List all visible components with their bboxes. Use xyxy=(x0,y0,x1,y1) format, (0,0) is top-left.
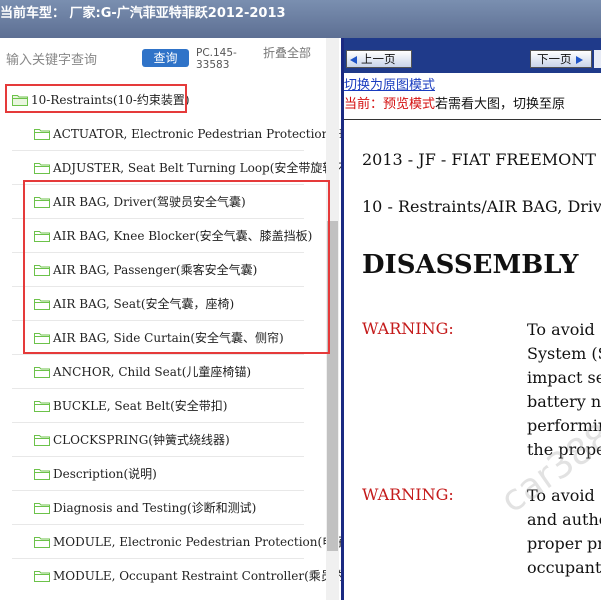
prev-page-button[interactable]: 上一页 xyxy=(346,50,412,68)
folder-icon xyxy=(34,163,50,174)
highlight-box-airbags xyxy=(23,180,330,354)
tree-item[interactable]: CLOCKSPRING(钟簧式绕线器) xyxy=(0,424,324,457)
row-divider xyxy=(12,558,304,559)
tree-item[interactable]: MODULE, Electronic Pedestrian Protection… xyxy=(0,526,341,559)
warning-line: proper pro xyxy=(527,534,601,553)
tree-item[interactable]: Diagnosis and Testing(诊断和测试) xyxy=(0,492,324,525)
tree-item-label: BUCKLE, Seat Belt(安全带扣) xyxy=(53,399,228,413)
row-divider xyxy=(12,456,304,457)
next-page-button[interactable]: 下一页 xyxy=(530,50,592,68)
folder-icon xyxy=(34,503,50,514)
current-mode-label: 当前：预览模式 xyxy=(344,97,436,112)
tree-item[interactable]: ACTUATOR, Electronic Pedestrian Protecti… xyxy=(0,118,341,151)
folder-icon xyxy=(34,129,50,140)
warning-line: impact se xyxy=(527,368,601,387)
row-divider xyxy=(12,422,304,423)
next-page-label: 下一页 xyxy=(537,52,572,66)
folder-icon xyxy=(34,401,50,412)
tree-item[interactable]: BUCKLE, Seat Belt(安全带扣) xyxy=(0,390,324,423)
row-divider xyxy=(12,354,304,355)
mode-hint: 若需看大图，切换至原 xyxy=(435,97,566,112)
switch-to-original-link[interactable]: 切换为原图模式 xyxy=(344,74,435,93)
collapse-all-link[interactable]: 折叠全部 xyxy=(263,47,315,60)
row-divider xyxy=(12,524,304,525)
tree-item-label: ACTUATOR, Electronic Pedestrian Protecti… xyxy=(53,127,341,141)
folder-icon xyxy=(34,537,50,548)
search-button[interactable]: 查询 xyxy=(142,49,189,67)
arrow-left-icon xyxy=(350,55,357,64)
arrow-right-icon xyxy=(575,55,583,64)
doc-vehicle-line: 2013 - JF - FIAT FREEMONT xyxy=(362,150,596,169)
folder-icon xyxy=(34,469,50,480)
row-divider xyxy=(12,150,304,151)
document-preview-panel: 上一页 下一页 切换为原图模式 当前：预览模式若需看大图，切换至原 2013 -… xyxy=(344,38,601,600)
tree-item-label: Diagnosis and Testing(诊断和测试) xyxy=(53,501,257,515)
page-nav-bar: 上一页 下一页 xyxy=(344,38,601,73)
document-rule xyxy=(344,119,601,120)
folder-icon xyxy=(34,571,50,582)
tree-item-label: Description(说明) xyxy=(53,467,157,481)
folder-icon xyxy=(34,367,50,378)
warning-line: and autho xyxy=(527,510,601,529)
folder-icon xyxy=(34,435,50,446)
tree-item[interactable]: Description(说明) xyxy=(0,458,324,491)
highlight-box-root xyxy=(5,84,187,113)
tree-item[interactable]: MODULE, Occupant Restraint Controller(乘员… xyxy=(0,560,341,593)
mode-status: 当前：预览模式若需看大图，切换至原 xyxy=(344,93,565,112)
tree-item-label: CLOCKSPRING(钟簧式绕线器) xyxy=(53,433,230,447)
row-divider xyxy=(12,490,304,491)
doc-section-line: 10 - Restraints/AIR BAG, Driver xyxy=(362,197,601,216)
doc-heading: DISASSEMBLY xyxy=(362,250,579,280)
vehicle-title: 当前车型： 厂家:G-广汽菲亚特菲跃2012-2013 xyxy=(0,6,286,21)
tree-item-label: MODULE, Occupant Restraint Controller(乘员… xyxy=(53,569,341,583)
search-bar: 查询 PC.145-33583 折叠全部 xyxy=(0,38,341,84)
warning-line: To avoid xyxy=(527,320,595,339)
search-input[interactable] xyxy=(4,46,136,74)
warning-label: WARNING: xyxy=(362,319,454,338)
warning-line: System (S xyxy=(527,344,601,363)
window-title-bar: 当前车型： 厂家:G-广汽菲亚特菲跃2012-2013 xyxy=(0,0,601,38)
tree-item-label: MODULE, Electronic Pedestrian Protection… xyxy=(53,535,341,549)
warning-label: WARNING: xyxy=(362,485,454,504)
nav-edge-button[interactable] xyxy=(594,50,601,68)
warning-line: occupant xyxy=(527,558,601,577)
prev-page-label: 上一页 xyxy=(361,52,396,66)
row-divider xyxy=(12,388,304,389)
warning-line: battery ne xyxy=(527,392,601,411)
tree-item-label: ANCHOR, Child Seat(儿童座椅锚) xyxy=(53,365,252,379)
tree-item[interactable]: ANCHOR, Child Seat(儿童座椅锚) xyxy=(0,356,324,389)
pc-code-label: PC.145-33583 xyxy=(196,47,237,71)
